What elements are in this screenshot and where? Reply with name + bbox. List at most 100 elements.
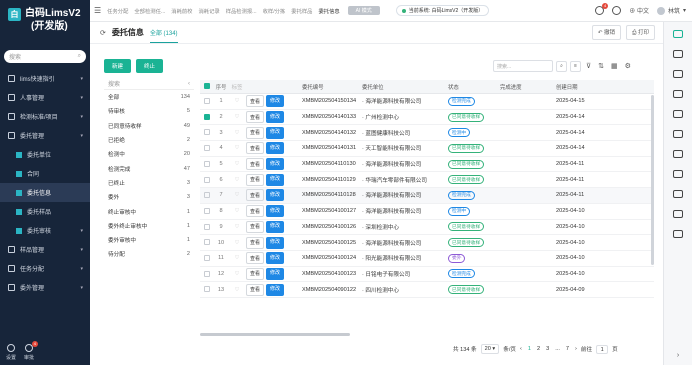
filter-item[interactable]: 待审核 5 (104, 104, 194, 118)
search-icon[interactable]: ⌕ (556, 60, 567, 72)
select-all-checkbox[interactable] (200, 83, 214, 90)
row-checkbox[interactable] (200, 113, 214, 120)
tab[interactable]: 委托样品 (291, 7, 312, 15)
heart-icon[interactable]: ♡ (228, 98, 246, 104)
row-checkbox[interactable] (200, 223, 214, 230)
sidebar-item[interactable]: 委托审核 ▾ (0, 221, 90, 240)
page-number[interactable]: 7 (564, 345, 571, 353)
user-menu[interactable]: 林筑 ▾ (656, 6, 686, 15)
filter-item[interactable]: 委外终止审核中 1 (104, 219, 194, 233)
edit-button[interactable]: 修改 (266, 126, 285, 139)
toolbar-icon[interactable] (673, 190, 683, 198)
filter-item[interactable]: 检测完成 47 (104, 161, 194, 175)
edit-button[interactable]: 修改 (266, 142, 285, 155)
filter-item[interactable]: 已同意待收样 49 (104, 119, 194, 133)
toolbar-icon[interactable] (673, 170, 683, 178)
view-button[interactable]: 查看 (246, 126, 265, 139)
filter-item[interactable]: 全部 134 (104, 90, 194, 104)
sidebar-item[interactable]: 任务分配 ▾ (0, 259, 90, 278)
edit-button[interactable]: 修改 (266, 111, 285, 124)
heart-icon[interactable]: ♡ (228, 271, 246, 277)
tab[interactable]: 消耗前校 (171, 7, 192, 15)
filter-item[interactable]: 已拒绝 2 (104, 133, 194, 147)
table-row[interactable]: 10 ♡ 查看 修改 XMBM202504100125 · 海洋能源科技有限公司 已同意待收… (200, 235, 654, 251)
table-row[interactable]: 9♡查看修改XMBM202504100126· 深圳检测中心已同意待收样3/62… (200, 220, 654, 236)
prev-page-icon[interactable]: ‹ (520, 346, 522, 352)
edit-button[interactable]: 修改 (266, 205, 285, 218)
edit-button[interactable]: 修改 (266, 173, 285, 186)
edit-button[interactable]: 修改 (266, 189, 285, 202)
next-page-icon[interactable]: › (575, 346, 577, 352)
bell-icon[interactable]: 4 (595, 3, 609, 15)
row-checkbox[interactable] (200, 239, 214, 246)
settings-icon[interactable]: ⚙ (623, 62, 633, 70)
sidebar-bottom-button[interactable]: 设置 (6, 344, 16, 361)
heart-icon[interactable]: ♡ (228, 177, 246, 183)
toolbar-icon[interactable] (673, 30, 683, 38)
view-button[interactable]: 查看 (246, 173, 265, 186)
sidebar-item[interactable]: 人事管理 ▾ (0, 88, 90, 107)
filter-search-input[interactable]: 搜索 ‹ (104, 78, 194, 90)
tab[interactable]: 全部检测任... (134, 7, 165, 15)
edit-button[interactable]: 修改 (266, 252, 285, 265)
table-row[interactable]: 3♡查看修改XMBM202504140132· 蓝图健康科技公司检测中0/120… (200, 125, 654, 142)
page-number[interactable]: 1 (526, 345, 533, 353)
table-row[interactable]: 11♡查看修改XMBM202504100124· 阳光能源科技有限公司委外0/4… (200, 251, 654, 267)
language-switch[interactable]: ⊕ 中文 (629, 6, 649, 15)
heart-icon[interactable]: ♡ (228, 287, 246, 293)
row-checkbox[interactable] (200, 145, 214, 152)
row-checkbox[interactable] (200, 160, 214, 167)
sidebar-item[interactable]: 检测标准/项目 ▾ (0, 107, 90, 126)
heart-icon[interactable]: ♡ (228, 208, 246, 214)
sidebar-item[interactable]: 委托单位 (0, 145, 90, 164)
sidebar-bottom-button[interactable]: 4 审批 (24, 341, 39, 361)
edit-button[interactable]: 修改 (266, 267, 285, 280)
toolbar-icon[interactable] (673, 90, 683, 98)
table-row[interactable]: 4 ♡ 查看 修改 XMBM202504140131 · 天工智能科技有限公司 已同意待收样… (200, 141, 654, 157)
edit-button[interactable]: 修改 (266, 220, 285, 233)
sidebar-item[interactable]: 委托管理 ▾ (0, 126, 90, 145)
toolbar-icon[interactable] (673, 110, 683, 118)
row-checkbox[interactable] (200, 98, 214, 105)
horizontal-scrollbar[interactable] (200, 333, 350, 336)
sidebar-item[interactable]: 委托信息 (0, 183, 90, 202)
view-button[interactable]: 查看 (246, 236, 265, 249)
tab[interactable]: 收样/分拣 (263, 7, 286, 15)
view-button[interactable]: 查看 (246, 267, 265, 280)
filter-item[interactable]: 已终止 3 (104, 176, 194, 190)
sidebar-item[interactable]: 委托样品 (0, 202, 90, 221)
table-row[interactable]: 8♡查看修改XMBM202504100127· 海洋能源科技有限公司检测中0/4… (200, 204, 654, 220)
sidebar-search-input[interactable]: 搜索 ⌕ (4, 50, 86, 63)
view-button[interactable]: 查看 (246, 189, 265, 202)
row-checkbox[interactable] (200, 192, 214, 199)
terminate-button[interactable]: 终止 (136, 59, 164, 73)
heart-icon[interactable]: ♡ (228, 240, 246, 246)
view-button[interactable]: 查看 (246, 283, 265, 296)
grid-icon[interactable]: ▦ (609, 62, 620, 70)
vertical-scrollbar[interactable] (651, 95, 654, 265)
system-switcher[interactable]: 当前系统: 白码LimsV2（开发版） (395, 5, 490, 16)
sidebar-item[interactable]: 委外管理 ▾ (0, 278, 90, 297)
page-number[interactable]: 3 (544, 345, 551, 353)
sidebar-item[interactable]: lims快速指引 ▾ (0, 69, 90, 88)
edit-button[interactable]: 修改 (266, 158, 285, 171)
row-checkbox[interactable] (200, 286, 214, 293)
toolbar-icon[interactable] (673, 230, 683, 238)
sidebar-item[interactable]: 样品管理 ▾ (0, 240, 90, 259)
new-button[interactable]: 新建 (104, 59, 132, 73)
heart-icon[interactable]: ♡ (228, 192, 246, 198)
filter-icon[interactable]: ⊽ (584, 62, 593, 70)
table-search-input[interactable]: 搜索... (493, 60, 553, 72)
heart-icon[interactable]: ♡ (228, 161, 246, 167)
tab[interactable]: 委托信息 (318, 7, 339, 15)
table-row[interactable]: 5 ♡ 查看 修改 XMBM202504110130 · 海洋能源科技有限公司 已同意待收样… (200, 157, 654, 173)
heart-icon[interactable]: ♡ (228, 114, 246, 120)
table-row[interactable]: 1♡查看修改XMBM202504150134· 海洋能源科技有限公司检测完成6/… (200, 94, 654, 110)
edit-button[interactable]: 修改 (266, 283, 285, 296)
row-checkbox[interactable] (200, 129, 214, 136)
table-row[interactable]: 6 ♡ 查看 修改 XMBM202504110129 · 华瑞汽车零部件有限公司 已同意待收… (200, 172, 654, 189)
refresh-icon[interactable]: ⟳ (100, 29, 106, 37)
print-button[interactable]: ⎙ 打印 (626, 25, 655, 40)
view-button[interactable]: 查看 (246, 220, 265, 233)
filter-item[interactable]: 终止审核中 1 (104, 204, 194, 218)
